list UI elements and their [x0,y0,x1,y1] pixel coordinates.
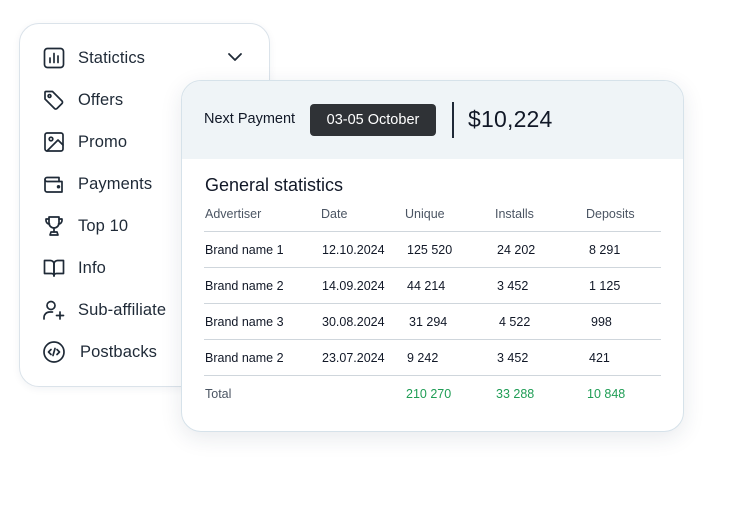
menu-item-top10[interactable]: Top 10 [42,212,128,240]
cell-unique: 44 214 [407,278,446,293]
cell-advertiser: Brand name 2 [205,278,284,293]
user-plus-icon [42,298,66,322]
column-header-date: Date [321,207,348,221]
cell-date: 23.07.2024 [322,350,385,365]
stats-table: Advertiser Date Unique Installs Deposits… [204,201,661,411]
cell-date: 30.08.2024 [322,314,385,329]
cell-installs: 3 452 [497,350,529,365]
next-payment-header: Next Payment 03-05 October $10,224 [182,81,683,159]
cell-deposits: 1 125 [589,278,621,293]
cell-unique: 9 242 [407,350,439,365]
cell-advertiser: Brand name 3 [205,314,284,329]
menu-item-payments[interactable]: Payments [42,170,152,198]
menu-item-offers[interactable]: Offers [42,86,123,114]
cell-advertiser: Brand name 1 [205,242,284,257]
menu-item-info[interactable]: Info [42,254,106,282]
cell-date: 14.09.2024 [322,278,385,293]
table-row[interactable]: Brand name 3 30.08.2024 31 294 4 522 998 [204,304,661,340]
cell-deposits: 998 [591,314,612,329]
total-deposits: 10 848 [587,386,626,401]
bar-chart-icon [42,46,66,70]
menu-item-label: Top 10 [78,216,129,235]
menu-item-statistics[interactable]: Statictics [42,44,145,72]
chevron-down-icon[interactable] [226,48,244,66]
menu-item-label: Offers [78,90,124,109]
cell-advertiser: Brand name 2 [205,350,284,365]
total-installs: 33 288 [496,386,535,401]
menu-item-label: Promo [78,132,128,151]
trophy-icon [42,214,66,238]
cell-deposits: 421 [589,350,610,365]
section-title: General statistics [205,175,344,195]
image-icon [42,130,66,154]
column-header-installs: Installs [495,207,534,221]
cell-installs: 3 452 [497,278,529,293]
menu-item-sub-affiliate[interactable]: Sub-affiliate [42,296,166,324]
cell-unique: 31 294 [409,314,448,329]
column-header-advertiser: Advertiser [205,207,262,221]
cell-date: 12.10.2024 [322,242,385,257]
payment-date-badge: 03-05 October [310,104,436,136]
table-header-row: Advertiser Date Unique Installs Deposits [204,201,661,232]
cell-unique: 125 520 [407,242,453,257]
menu-item-label: Statictics [78,48,146,67]
menu-item-postbacks[interactable]: Postbacks [42,338,157,366]
next-payment-label: Next Payment [204,111,296,127]
menu-item-label: Info [78,258,106,277]
menu-item-label: Sub-affiliate [78,300,167,319]
menu-item-promo[interactable]: Promo [42,128,127,156]
stage: Statictics Offers Promo Payments Top 10 … [0,0,752,526]
table-row[interactable]: Brand name 2 23.07.2024 9 242 3 452 421 [204,340,661,376]
tag-icon [42,88,66,112]
code-icon [42,340,66,364]
total-unique: 210 270 [406,386,452,401]
book-icon [42,256,66,280]
statistics-card: Next Payment 03-05 October $10,224 Gener… [181,80,684,432]
divider [452,102,454,138]
column-header-deposits: Deposits [586,207,635,221]
table-total-row: Total 210 270 33 288 10 848 [204,376,661,411]
column-header-unique: Unique [405,207,445,221]
table-row[interactable]: Brand name 1 12.10.2024 125 520 24 202 8… [204,232,661,268]
wallet-icon [42,172,66,196]
total-label: Total [205,386,232,401]
table-row[interactable]: Brand name 2 14.09.2024 44 214 3 452 1 1… [204,268,661,304]
menu-item-label: Payments [78,174,153,193]
cell-deposits: 8 291 [589,242,621,257]
menu-item-label: Postbacks [80,342,158,361]
payment-amount: $10,224 [468,106,553,132]
cell-installs: 4 522 [499,314,531,329]
cell-installs: 24 202 [497,242,536,257]
